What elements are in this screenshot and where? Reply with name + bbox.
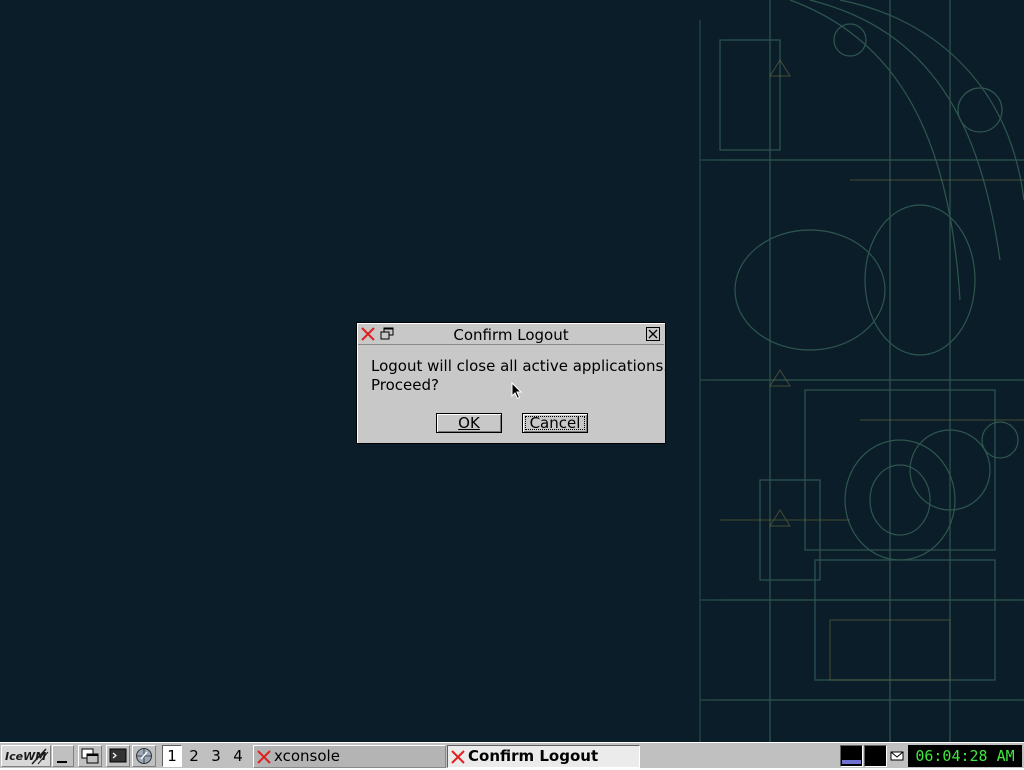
workspace-2-button[interactable]: 2 <box>184 745 204 767</box>
workspace-4-button[interactable]: 4 <box>228 745 248 767</box>
dialog-titlebar[interactable]: Confirm Logout <box>358 324 664 345</box>
x-logo-icon <box>257 750 271 764</box>
desktop[interactable]: Confirm Logout Logout will close all act… <box>0 0 1024 742</box>
workspace-label: 4 <box>233 747 243 765</box>
show-desktop-button[interactable] <box>52 745 74 767</box>
mail-icon <box>890 751 904 761</box>
mouse-pointer-icon <box>511 382 523 400</box>
workspace-1-button[interactable]: 1 <box>162 745 182 767</box>
clock[interactable]: 06:04:28 AM <box>908 745 1022 767</box>
workspace-label: 1 <box>167 747 177 765</box>
terminal-launcher[interactable] <box>106 745 130 767</box>
close-icon[interactable] <box>645 326 661 342</box>
mail-indicator[interactable] <box>889 747 905 765</box>
browser-icon <box>136 748 152 764</box>
x-logo-icon <box>451 750 465 764</box>
workspace-label: 2 <box>189 747 199 765</box>
cancel-button[interactable]: Cancel <box>522 413 588 433</box>
ok-button[interactable]: OK <box>436 413 502 433</box>
icewm-logo-icon: IceWM <box>5 748 49 765</box>
cpu-monitor[interactable] <box>840 745 863 767</box>
window-list-button[interactable] <box>78 745 102 767</box>
workspace-label: 3 <box>211 747 221 765</box>
ok-button-label: OK <box>458 414 480 432</box>
window-list-icon <box>81 748 99 764</box>
cpu-load-bar <box>842 760 861 764</box>
browser-launcher[interactable] <box>132 745 156 767</box>
start-menu-button[interactable]: IceWM <box>1 745 51 767</box>
task-label: Confirm Logout <box>468 747 599 765</box>
task-xconsole[interactable]: xconsole <box>253 745 446 768</box>
taskbar: IceWM 1 2 3 4 xconsole Confirm Logout 06… <box>0 742 1024 768</box>
focus-ring <box>525 416 585 430</box>
network-monitor[interactable] <box>864 745 887 767</box>
task-confirm-logout[interactable]: Confirm Logout <box>447 745 640 768</box>
dialog-title: Confirm Logout <box>453 326 569 344</box>
terminal-icon <box>109 748 127 763</box>
workspace-3-button[interactable]: 3 <box>206 745 226 767</box>
show-desktop-icon <box>57 761 67 763</box>
task-label: xconsole <box>274 747 340 765</box>
